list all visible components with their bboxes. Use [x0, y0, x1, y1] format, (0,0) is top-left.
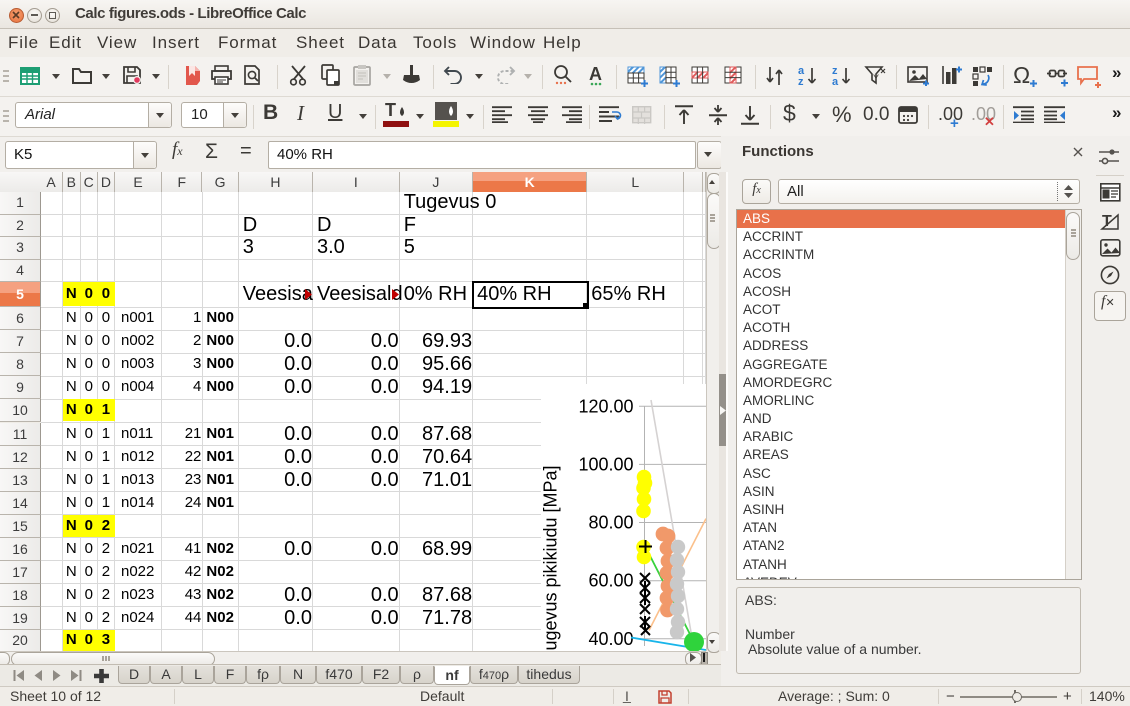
svg-text:Y: Y — [873, 73, 879, 83]
svg-text:Ω: Ω — [1013, 64, 1030, 88]
svg-text:80.00: 80.00 — [588, 513, 633, 533]
svg-text:z: z — [798, 76, 804, 87]
svg-text:100.00: 100.00 — [578, 454, 633, 474]
svg-text:120.00: 120.00 — [578, 396, 633, 416]
svg-text:60.00: 60.00 — [588, 571, 633, 591]
svg-text:ugevus pikikiudu [MPa]: ugevus pikikiudu [MPa] — [541, 465, 560, 650]
svg-text:40.00: 40.00 — [588, 629, 633, 649]
svg-text:a: a — [832, 76, 839, 87]
